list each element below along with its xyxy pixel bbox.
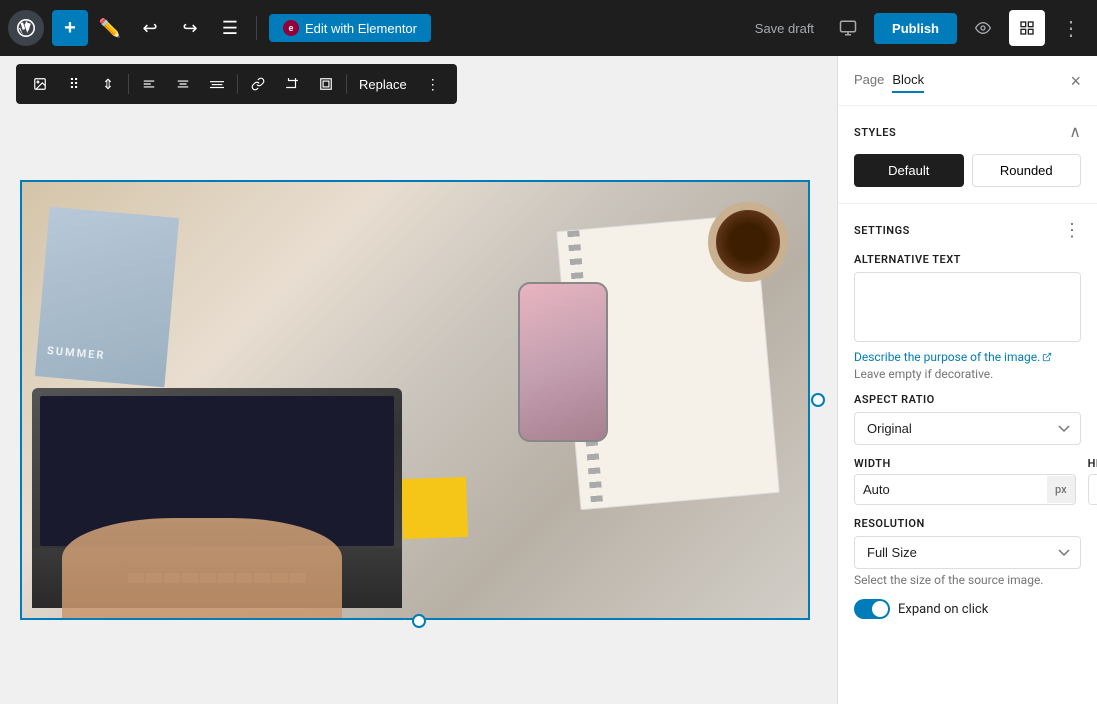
magazine-text: SUMMER: [47, 344, 106, 362]
settings-more-button[interactable]: ⋮: [1063, 220, 1081, 241]
panel-header: Page Block ×: [838, 56, 1097, 106]
width-field: WIDTH px: [854, 457, 1076, 505]
expand-toggle[interactable]: [854, 599, 890, 619]
more-image-options-button[interactable]: ⋮: [417, 68, 449, 100]
settings-title: Settings: [854, 224, 910, 237]
styles-label: Styles: [854, 126, 896, 139]
aspect-ratio-field: ASPECT RATIO Original Square - 1:1 Stand…: [854, 393, 1081, 445]
topbar: + ✏️ ↩ ↪ ☰ e Edit with Elementor Save dr…: [0, 0, 1097, 56]
toolbar-divider: [128, 74, 129, 94]
save-draft-button[interactable]: Save draft: [747, 15, 822, 42]
resolution-helper: Select the size of the source image.: [854, 573, 1081, 587]
list-view-button[interactable]: ☰: [212, 10, 248, 46]
styles-section: Styles ∧ Default Rounded: [838, 106, 1097, 204]
editor-area: ⠿ ⇕: [0, 56, 837, 704]
right-panel: Page Block × Styles ∧ Default Rounded Se…: [837, 56, 1097, 704]
rounded-style-button[interactable]: Rounded: [972, 154, 1082, 187]
height-label: HEIGHT: [1088, 457, 1097, 470]
styles-section-title: Styles ∧: [854, 122, 1081, 142]
height-input[interactable]: [1089, 475, 1097, 504]
aspect-ratio-select[interactable]: Original Square - 1:1 Standard - 4:3 Por…: [854, 412, 1081, 445]
wp-logo[interactable]: [8, 10, 44, 46]
align-center-button[interactable]: [167, 68, 199, 100]
tab-block[interactable]: Block: [892, 68, 924, 93]
panel-close-button[interactable]: ×: [1070, 72, 1081, 90]
canvas: SUMMER: [0, 56, 837, 704]
main-area: ⠿ ⇕: [0, 56, 1097, 704]
add-block-button[interactable]: +: [52, 10, 88, 46]
redo-button[interactable]: ↪: [172, 10, 208, 46]
edit-elementor-label: Edit with Elementor: [305, 21, 417, 36]
elementor-logo: e: [283, 20, 299, 36]
frame-button[interactable]: [310, 68, 342, 100]
default-style-button[interactable]: Default: [854, 154, 964, 187]
image-placeholder: SUMMER: [20, 180, 810, 620]
link-button[interactable]: [242, 68, 274, 100]
divider: [256, 16, 257, 40]
post-preview-button[interactable]: [965, 10, 1001, 46]
width-label: WIDTH: [854, 457, 1076, 470]
height-field: HEIGHT px: [1088, 457, 1097, 505]
phone-decoration: [518, 282, 608, 442]
preview-button[interactable]: [830, 10, 866, 46]
toolbar-divider-2: [237, 74, 238, 94]
image-icon-button[interactable]: [24, 68, 56, 100]
resolution-field: RESOLUTION Thumbnail Medium Large Full S…: [854, 517, 1081, 619]
move-arrows-button[interactable]: ⇕: [92, 68, 124, 100]
edit-elementor-button[interactable]: e Edit with Elementor: [269, 14, 431, 42]
expand-label: Expand on click: [898, 602, 988, 617]
tools-button[interactable]: ✏️: [92, 10, 128, 46]
settings-section: Settings ⋮ ALTERNATIVE TEXT Describe the…: [838, 204, 1097, 635]
more-options-button[interactable]: ⋮: [1053, 10, 1089, 46]
topbar-right-actions: Save draft Publish ⋮: [747, 10, 1089, 46]
style-options: Default Rounded: [854, 154, 1081, 187]
expand-row: Expand on click: [854, 599, 1081, 619]
replace-button[interactable]: Replace: [351, 73, 415, 96]
image-inner: SUMMER: [22, 182, 808, 618]
width-unit: px: [1047, 476, 1075, 503]
coffee-decoration: [708, 202, 788, 282]
drag-handle-button[interactable]: ⠿: [58, 68, 90, 100]
describe-link[interactable]: Describe the purpose of the image.: [854, 350, 1052, 364]
crop-button[interactable]: [276, 68, 308, 100]
aspect-ratio-label: ASPECT RATIO: [854, 393, 1081, 406]
width-input-wrap: px: [854, 474, 1076, 505]
resolution-select[interactable]: Thumbnail Medium Large Full Size: [854, 536, 1081, 569]
undo-button[interactable]: ↩: [132, 10, 168, 46]
leave-empty-text: Leave empty if decorative.: [854, 367, 1081, 381]
settings-panel-button[interactable]: [1009, 10, 1045, 46]
image-toolbar: ⠿ ⇕: [16, 64, 457, 104]
align-left-button[interactable]: [133, 68, 165, 100]
describe-link-text: Describe the purpose of the image.: [854, 350, 1040, 364]
resize-handle-bottom[interactable]: [412, 614, 426, 628]
publish-button[interactable]: Publish: [874, 13, 957, 44]
tab-page[interactable]: Page: [854, 68, 884, 93]
hands-decoration: [62, 518, 342, 618]
settings-header: Settings ⋮: [854, 220, 1081, 241]
height-input-wrap: px: [1088, 474, 1097, 505]
toolbar-divider-3: [346, 74, 347, 94]
sticky-note-decoration: [401, 477, 468, 539]
resize-handle-right[interactable]: [811, 393, 825, 407]
alt-text-label: ALTERNATIVE TEXT: [854, 253, 1081, 266]
resolution-label: RESOLUTION: [854, 517, 1081, 530]
dimensions-row: WIDTH px HEIGHT px: [854, 457, 1081, 505]
magazine-decoration: SUMMER: [35, 207, 179, 388]
styles-collapse-button[interactable]: ∧: [1069, 122, 1081, 142]
alt-text-input[interactable]: [854, 272, 1081, 342]
width-input[interactable]: [855, 475, 1047, 504]
alt-text-field: ALTERNATIVE TEXT Describe the purpose of…: [854, 253, 1081, 381]
align-wide-button[interactable]: [201, 68, 233, 100]
image-block[interactable]: SUMMER: [20, 180, 817, 620]
